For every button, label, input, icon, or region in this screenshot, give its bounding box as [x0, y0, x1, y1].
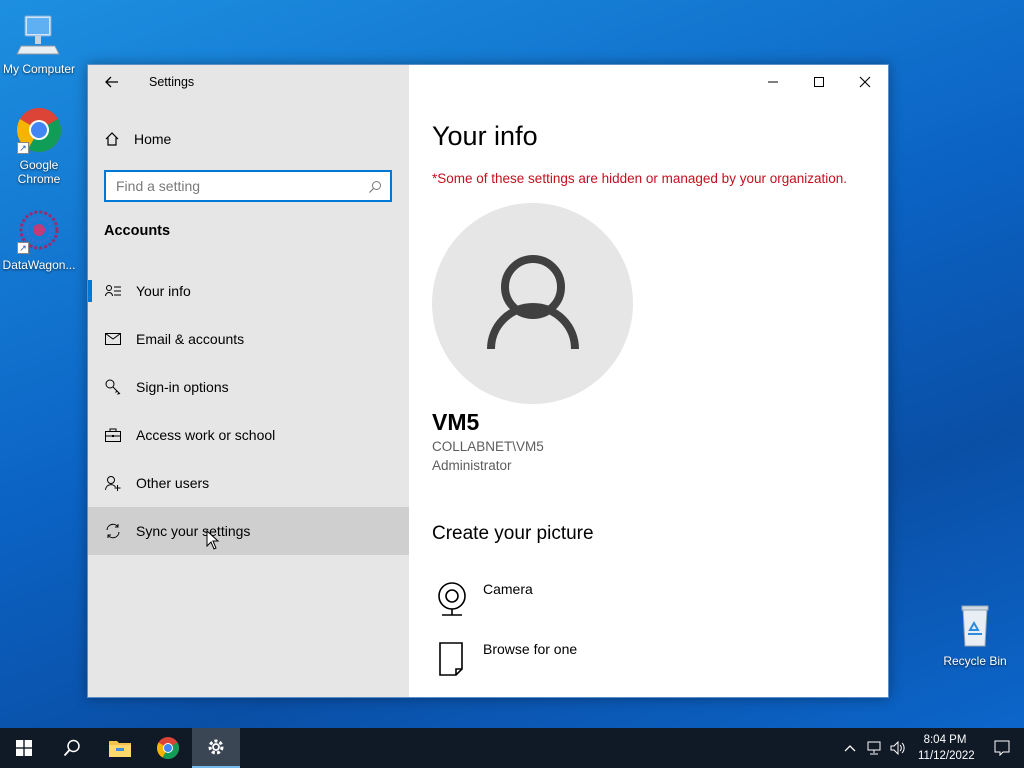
sidebar-item-label: Other users: [136, 475, 210, 491]
settings-sidebar: Settings Home Accounts Your info Email &: [88, 65, 409, 697]
speaker-icon: [890, 741, 905, 755]
mouse-cursor-icon: [206, 529, 220, 555]
home-nav-item[interactable]: Home: [104, 129, 171, 149]
search-icon: [63, 739, 80, 757]
shortcut-arrow-icon: ↗: [17, 142, 29, 154]
volume-button[interactable]: [886, 728, 910, 768]
camera-icon: [436, 577, 468, 616]
taskbar-search-button[interactable]: [48, 728, 96, 768]
recycle-bin-icon: [951, 602, 999, 650]
accounts-nav: Your info Email & accounts Sign-in optio…: [88, 267, 409, 555]
avatar: [432, 203, 633, 404]
file-explorer-icon: [109, 741, 131, 757]
window-controls: [750, 65, 888, 99]
system-tray: 8:04 PM 11/12/2022: [838, 728, 1024, 768]
show-hidden-icons-button[interactable]: [838, 728, 862, 768]
person-card-icon: [105, 283, 121, 299]
camera-option[interactable]: Camera: [436, 577, 533, 616]
start-icon: [16, 740, 32, 756]
browse-option[interactable]: Browse for one: [436, 637, 578, 676]
maximize-button[interactable]: [796, 65, 842, 99]
find-setting-search[interactable]: [104, 170, 392, 202]
taskbar-chrome[interactable]: [144, 728, 192, 768]
search-icon: [369, 181, 381, 193]
settings-window[interactable]: Settings Home Accounts Your info Email &: [87, 64, 889, 698]
person-add-icon: [105, 475, 121, 491]
back-button[interactable]: [104, 74, 120, 90]
sidebar-item-label: Sync your settings: [136, 523, 251, 539]
person-icon: [486, 254, 579, 349]
section-label-accounts: Accounts: [104, 223, 171, 239]
chevron-up-icon: [844, 745, 856, 752]
taskbar-file-explorer[interactable]: [96, 728, 144, 768]
sidebar-item-label: Sign-in options: [136, 379, 229, 395]
desktop-icon-label: My Computer: [2, 62, 76, 76]
user-display-name: VM5: [432, 409, 480, 435]
organization-notice: *Some of these settings are hidden or ma…: [432, 171, 848, 186]
page-title: Your info: [432, 121, 538, 151]
camera-option-label: Camera: [483, 581, 533, 597]
maximize-icon: [814, 77, 824, 87]
close-icon: [859, 76, 871, 88]
clock-time: 8:04 PM: [923, 734, 967, 746]
sidebar-item-email-accounts[interactable]: Email & accounts: [88, 315, 409, 363]
mail-icon: [105, 331, 121, 347]
taskbar: 8:04 PM 11/12/2022: [0, 728, 1024, 768]
desktop-icon-label: DataWagon...: [2, 258, 76, 272]
key-icon: [105, 379, 121, 395]
desktop-icon-google-chrome[interactable]: ↗ Google Chrome: [0, 106, 78, 186]
create-picture-heading: Create your picture: [432, 523, 594, 544]
network-icon: [867, 741, 881, 755]
datawagon-icon: ↗: [15, 206, 63, 254]
start-button[interactable]: [0, 728, 48, 768]
sidebar-item-sync-settings[interactable]: Sync your settings: [88, 507, 409, 555]
home-icon: [105, 132, 119, 146]
chrome-icon: ↗: [15, 106, 63, 154]
sidebar-item-your-info[interactable]: Your info: [88, 267, 409, 315]
back-arrow-icon: [105, 76, 118, 88]
sidebar-item-label: Access work or school: [136, 427, 276, 443]
notification-icon: [994, 740, 1010, 756]
sidebar-item-label: Email & accounts: [136, 331, 245, 347]
clock-date: 11/12/2022: [918, 750, 975, 762]
desktop-icon-datawagon[interactable]: ↗ DataWagon...: [0, 206, 78, 272]
chrome-icon: [157, 737, 179, 759]
sidebar-item-other-users[interactable]: Other users: [88, 459, 409, 507]
title-bar[interactable]: Settings: [88, 65, 409, 99]
user-role: Administrator: [432, 458, 512, 473]
minimize-button[interactable]: [750, 65, 796, 99]
action-center-button[interactable]: [980, 728, 1024, 768]
home-label: Home: [134, 131, 172, 147]
sync-icon: [105, 523, 121, 539]
settings-content: Your info *Some of these settings are hi…: [409, 65, 888, 697]
taskbar-settings[interactable]: [192, 728, 240, 768]
settings-icon: [208, 739, 224, 755]
desktop-icon-label: Google Chrome: [17, 158, 61, 186]
minimize-icon: [768, 81, 778, 83]
user-account-name: COLLABNET\VM5: [432, 439, 544, 454]
briefcase-icon: [105, 427, 121, 443]
sidebar-item-access-work-school[interactable]: Access work or school: [88, 411, 409, 459]
app-title: Settings: [149, 75, 195, 89]
document-icon: [436, 637, 468, 676]
sidebar-item-label: Your info: [136, 283, 191, 299]
network-button[interactable]: [862, 728, 886, 768]
desktop-icon-recycle-bin[interactable]: Recycle Bin: [936, 602, 1014, 668]
computer-icon: [15, 10, 63, 58]
desktop-icon-label: Recycle Bin: [943, 654, 1007, 668]
sidebar-item-sign-in-options[interactable]: Sign-in options: [88, 363, 409, 411]
desktop-icon-my-computer[interactable]: My Computer: [0, 10, 78, 76]
search-input[interactable]: [106, 172, 390, 200]
clock[interactable]: 8:04 PM 11/12/2022: [910, 732, 980, 764]
shortcut-arrow-icon: ↗: [17, 242, 29, 254]
browse-option-label: Browse for one: [483, 641, 578, 657]
close-button[interactable]: [842, 65, 888, 99]
